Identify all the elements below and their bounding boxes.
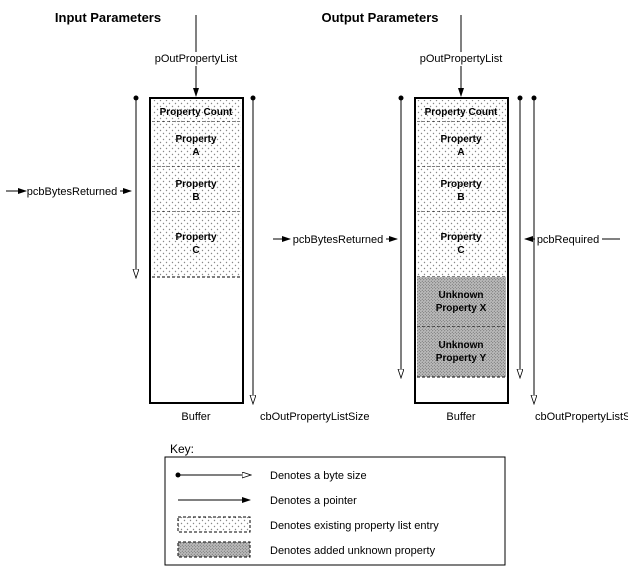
label-buffer-output: Buffer [446, 411, 475, 423]
cell-property-count-output: Property Count [425, 107, 498, 118]
cell-property-b-l1-output: Property [440, 179, 482, 190]
cell-unknown-x-l1-output: Unknown [439, 290, 484, 301]
legend: Key: Denotes a byte size Denotes a point… [165, 442, 505, 565]
label-poutpropertylist-output: pOutPropertyList [420, 53, 503, 65]
cell-property-count-input: Property Count [160, 107, 233, 118]
legend-title: Key: [170, 442, 194, 456]
label-poutpropertylist-input: pOutPropertyList [155, 53, 238, 65]
legend-byte-size: Denotes a byte size [270, 470, 367, 482]
output-title: Output Parameters [321, 10, 438, 25]
cell-property-a-l1-output: Property [440, 134, 482, 145]
cell-property-a-l1-input: Property [175, 134, 217, 145]
label-pcbrequired-output: pcbRequired [537, 234, 599, 246]
label-pcbbytesreturned-output: pcbBytesReturned [293, 234, 384, 246]
cell-property-c-l1-input: Property [175, 232, 217, 243]
input-title: Input Parameters [55, 10, 161, 25]
label-pcbbytesreturned-input: pcbBytesReturned [27, 186, 118, 198]
cell-property-b-l2-output: B [457, 192, 464, 203]
cell-unknown-y-l2-output: Property Y [436, 353, 487, 364]
cell-unknown-y-l1-output: Unknown [439, 340, 484, 351]
cell-property-c-l2-output: C [457, 245, 464, 256]
cell-property-b-l2-input: B [192, 192, 199, 203]
cell-property-c-l1-output: Property [440, 232, 482, 243]
diagram: Input Parameters Output Parameters pOutP… [0, 0, 628, 574]
cell-property-a-l2-input: A [192, 147, 199, 158]
input-diagram: pOutPropertyList Property Count Property… [6, 15, 369, 423]
legend-added: Denotes added unknown property [270, 545, 436, 557]
legend-existing: Denotes existing property list entry [270, 520, 439, 532]
cell-property-b-l1-input: Property [175, 179, 217, 190]
label-cboutpropertylistsize-input: cbOutPropertyListSize [260, 411, 369, 423]
cell-property-a-l2-output: A [457, 147, 464, 158]
cell-unknown-x-l2-output: Property X [436, 303, 487, 314]
cell-property-c-l2-input: C [192, 245, 199, 256]
legend-pointer: Denotes a pointer [270, 495, 357, 507]
label-buffer-input: Buffer [181, 411, 210, 423]
output-diagram: pOutPropertyList Property Count Property… [273, 15, 628, 423]
label-cboutpropertylistsize-output: cbOutPropertyListSize [535, 411, 628, 423]
